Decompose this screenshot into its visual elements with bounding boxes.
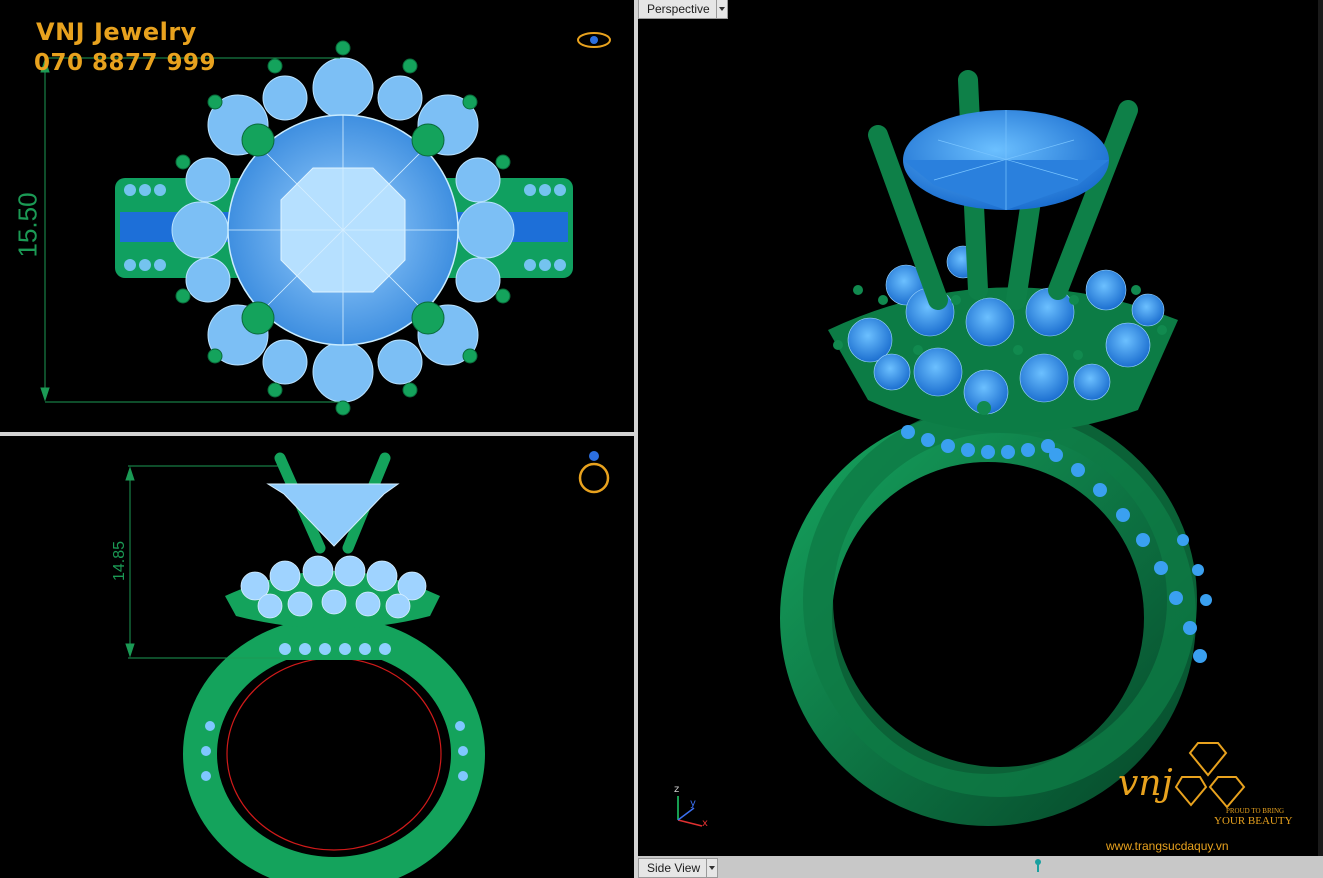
tab-perspective-label: Perspective (647, 2, 710, 16)
watermark-url: www.trangsucdaquy.vn (1106, 839, 1229, 853)
axis-label-x: x (702, 818, 708, 829)
watermark-vnj: vnj (1118, 763, 1173, 804)
tab-perspective-dropdown[interactable] (715, 0, 727, 18)
front-view-render (125, 451, 610, 878)
tab-side-view-label: Side View (647, 861, 701, 875)
viewport-top[interactable]: VNJ Jewelry 070 8877 999 15.50 (0, 0, 634, 432)
tab-perspective[interactable]: Perspective (638, 0, 728, 19)
viewport-perspective[interactable]: z y x vnj PROUD TO BRING YOUR BEAUTY www… (638, 0, 1318, 856)
bottom-bar (638, 856, 1323, 878)
watermark-logo: vnj PROUD TO BRING YOUR BEAUTY www.trang… (1106, 735, 1308, 853)
top-dimension-label: 15.50 (12, 192, 43, 258)
ring-icon-front (578, 462, 610, 494)
viewport-front[interactable]: 14.85 (0, 436, 634, 878)
splitter-handle-icon[interactable] (1034, 858, 1042, 874)
brand-name: VNJ Jewelry (36, 18, 197, 46)
watermark-tagline-2: YOUR BEAUTY (1214, 815, 1293, 827)
tab-side-view[interactable]: Side View (638, 858, 719, 878)
tab-side-view-dropdown[interactable] (706, 859, 717, 877)
brand-phone: 070 8877 999 (34, 50, 217, 76)
perspective-render (677, 70, 1212, 827)
axis-label-z: z (674, 784, 680, 795)
front-dimension-label: 14.85 (111, 540, 128, 582)
watermark-tagline-1: PROUD TO BRING (1226, 807, 1285, 815)
right-edge-strip (1318, 0, 1323, 878)
axis-label-y: y (690, 798, 696, 809)
